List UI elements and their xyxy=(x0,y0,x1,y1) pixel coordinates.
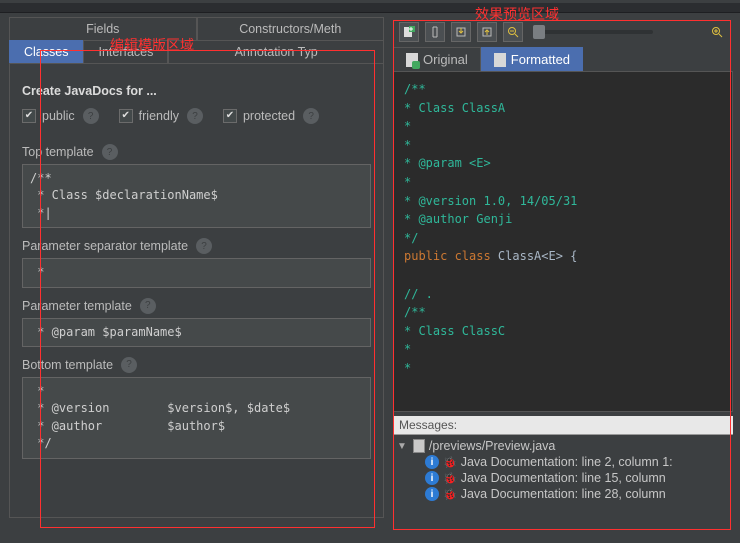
tab-original[interactable]: Original xyxy=(393,47,481,71)
help-icon[interactable]: ? xyxy=(121,357,137,373)
code-line: * xyxy=(404,359,722,378)
help-icon[interactable]: ? xyxy=(187,108,203,124)
code-line: * @version 1.0, 14/05/31 xyxy=(404,192,722,211)
message-row[interactable]: i 🐞 Java Documentation: line 28, column xyxy=(397,486,729,502)
file-icon xyxy=(413,439,425,453)
visibility-checks: public ? friendly ? protected ? xyxy=(22,108,371,124)
tab-formatted[interactable]: Formatted xyxy=(481,47,583,71)
code-line: * Class ClassA xyxy=(404,99,722,118)
tab-body: Create JavaDocs for ... public ? friendl… xyxy=(9,63,384,518)
preview-toolbar xyxy=(393,19,733,45)
messages-file-row[interactable]: ▼ /previews/Preview.java xyxy=(397,438,729,454)
code-preview[interactable]: /** * Class ClassA * * * @param <E> * * … xyxy=(393,72,733,412)
check-friendly[interactable] xyxy=(119,109,133,123)
code-line: /** xyxy=(404,80,722,99)
help-icon[interactable]: ? xyxy=(83,108,99,124)
messages-header: Messages: xyxy=(393,416,733,435)
tab-constructors[interactable]: Constructors/Meth xyxy=(197,17,385,40)
tab-annotation-type[interactable]: Annotation Typ xyxy=(168,40,384,63)
check-public-label: public xyxy=(42,109,75,123)
new-doc-button[interactable] xyxy=(399,22,419,42)
input-param[interactable]: * @param $paramName$ xyxy=(22,318,371,347)
export-button[interactable] xyxy=(477,22,497,42)
code-line: // . xyxy=(404,285,722,304)
input-param-sep[interactable]: * xyxy=(22,258,371,287)
slider-knob[interactable] xyxy=(533,25,545,39)
cursor-button[interactable] xyxy=(425,22,445,42)
tab-row-2: Classes Interfaces Annotation Typ xyxy=(9,40,384,63)
check-protected[interactable] xyxy=(223,109,237,123)
code-line: * xyxy=(404,117,722,136)
info-icon: i xyxy=(425,471,439,485)
message-row[interactable]: i 🐞 Java Documentation: line 2, column 1… xyxy=(397,454,729,470)
help-icon[interactable]: ? xyxy=(196,238,212,254)
messages-panel: Messages: ▼ /previews/Preview.java i 🐞 J… xyxy=(393,416,733,505)
info-icon: i xyxy=(425,455,439,469)
check-protected-label: protected xyxy=(243,109,295,123)
tree-expand-icon[interactable]: ▼ xyxy=(397,441,407,452)
info-icon: i xyxy=(425,487,439,501)
code-line: * Class ClassC xyxy=(404,322,722,341)
doc-icon xyxy=(494,53,506,67)
zoom-slider[interactable] xyxy=(533,30,653,34)
help-icon[interactable]: ? xyxy=(140,298,156,314)
tab-classes[interactable]: Classes xyxy=(9,40,83,63)
tab-row-1: Fields Constructors/Meth xyxy=(9,17,384,40)
tab-interfaces[interactable]: Interfaces xyxy=(83,40,168,63)
preview-panel: Original Formatted /** * Class ClassA * … xyxy=(393,19,733,537)
editor-panel: Fields Constructors/Meth Classes Interfa… xyxy=(9,17,384,539)
code-line: /** xyxy=(404,303,722,322)
code-line: * @author Genji xyxy=(404,210,722,229)
bug-icon: 🐞 xyxy=(443,456,457,469)
zoom-out-button[interactable] xyxy=(503,22,523,42)
import-button[interactable] xyxy=(451,22,471,42)
code-line: * xyxy=(404,173,722,192)
help-icon[interactable]: ? xyxy=(303,108,319,124)
code-line: * xyxy=(404,340,722,359)
preview-tabs: Original Formatted xyxy=(393,47,733,72)
bug-icon: 🐞 xyxy=(443,488,457,501)
bug-icon: 🐞 xyxy=(443,472,457,485)
help-icon[interactable]: ? xyxy=(102,144,118,160)
code-line: */ xyxy=(404,229,722,248)
label-param: Parameter template? xyxy=(22,298,371,314)
message-row[interactable]: i 🐞 Java Documentation: line 15, column xyxy=(397,470,729,486)
check-friendly-label: friendly xyxy=(139,109,179,123)
code-line: * xyxy=(404,136,722,155)
label-top-template: Top template? xyxy=(22,144,371,160)
label-bottom: Bottom template? xyxy=(22,357,371,373)
input-bottom[interactable]: * * @version $version$, $date$ * @author… xyxy=(22,377,371,459)
check-public[interactable] xyxy=(22,109,36,123)
section-heading: Create JavaDocs for ... xyxy=(22,84,371,98)
doc-icon xyxy=(406,53,418,67)
zoom-in-button[interactable] xyxy=(707,22,727,42)
tab-fields[interactable]: Fields xyxy=(9,17,197,40)
label-param-sep: Parameter separator template? xyxy=(22,238,371,254)
code-line: public class ClassA<E> { xyxy=(404,247,722,266)
input-top-template[interactable]: /** * Class $declarationName$ *| xyxy=(22,164,371,228)
code-line: * @param <E> xyxy=(404,154,722,173)
